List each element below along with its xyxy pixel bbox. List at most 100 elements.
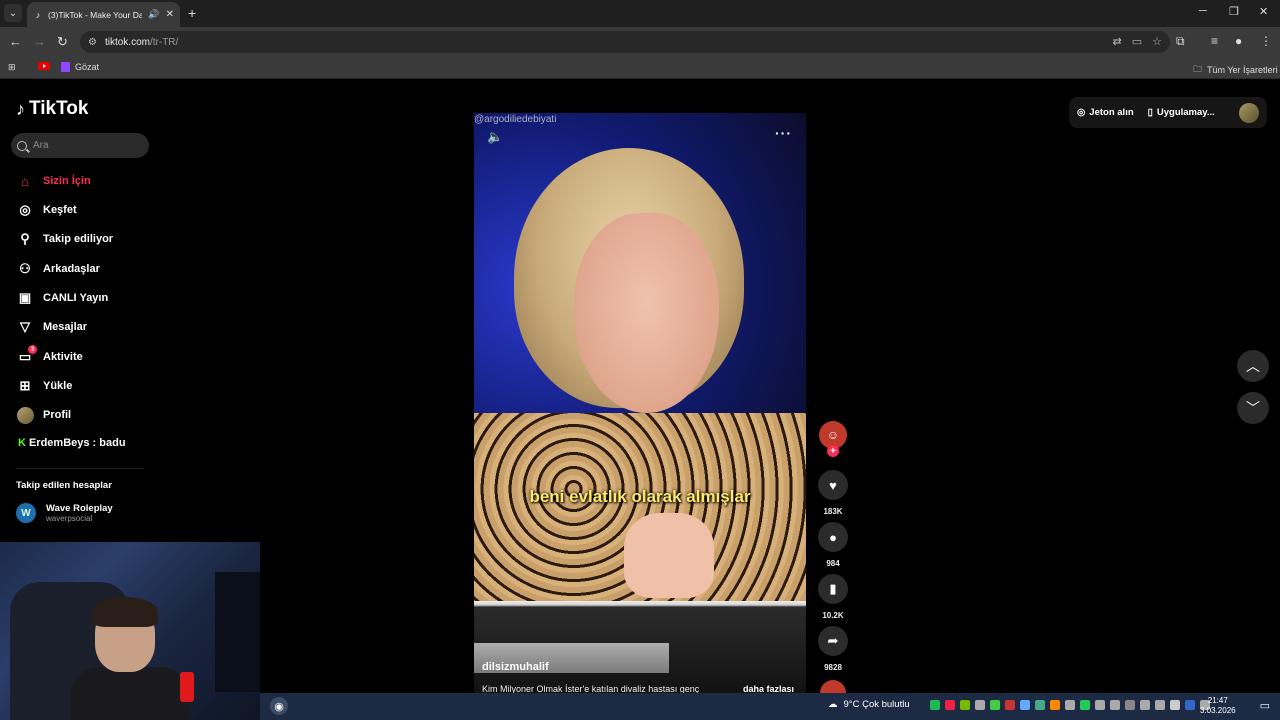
tab-list-button[interactable]: ⌄ bbox=[4, 4, 22, 22]
save-action[interactable]: ▮ 10.2K bbox=[818, 574, 848, 620]
extensions-icon[interactable]: ⧉ bbox=[1176, 34, 1185, 49]
tray-app-icon bbox=[1020, 700, 1030, 710]
bookmark-youtube[interactable] bbox=[38, 62, 50, 70]
followed-account[interactable]: W Wave Roleplay waverpsocial bbox=[16, 503, 113, 523]
tray-app-icon bbox=[1050, 700, 1060, 710]
share-icon[interactable]: ➦ bbox=[818, 626, 848, 656]
video-player[interactable]: @argodiliedebiyati 🔈 ··· beni evlatlık o… bbox=[474, 113, 806, 695]
heart-icon[interactable]: ♥ bbox=[818, 470, 848, 500]
upload-icon: ⊞ bbox=[19, 378, 31, 393]
sidebar-item-explore[interactable]: ◎ Keşfet bbox=[16, 201, 76, 219]
url-path: /tr-TR/ bbox=[149, 36, 179, 48]
site-info-icon[interactable]: ⚙ bbox=[88, 37, 97, 48]
sidebar-divider bbox=[16, 468, 144, 469]
like-action[interactable]: ♥ 183K bbox=[818, 470, 848, 516]
following-heading: Takip edilen hesaplar bbox=[16, 480, 112, 491]
sidebar-item-following[interactable]: ⚲ Takip ediliyor bbox=[16, 230, 113, 248]
minimize-icon[interactable]: ─ bbox=[1199, 5, 1207, 17]
bookmark-icon[interactable]: ▮ bbox=[818, 574, 848, 604]
profile-icon[interactable]: ● bbox=[1235, 34, 1242, 48]
forward-icon[interactable]: → bbox=[33, 34, 46, 49]
sidebar-item-label: Takip ediliyor bbox=[43, 233, 114, 245]
chevron-down-icon: ﹀ bbox=[1246, 400, 1260, 416]
mic-tray-icon bbox=[1005, 700, 1015, 710]
next-video-button[interactable]: ﹀ bbox=[1237, 392, 1269, 424]
more-options-icon[interactable]: ··· bbox=[775, 125, 792, 141]
live-chat-overlay: K ErdemBeys : badu bbox=[18, 437, 126, 449]
friends-icon: ⚇ bbox=[19, 261, 31, 276]
translate-icon[interactable]: ⇄ bbox=[1113, 35, 1122, 48]
browser-tab[interactable]: ♪ (3)TikTok - Make Your Day 🔊 ✕ bbox=[27, 2, 180, 27]
twitch-icon bbox=[61, 62, 70, 72]
reload-icon[interactable]: ↻ bbox=[57, 34, 68, 50]
tray-app-icon bbox=[1065, 700, 1075, 710]
back-icon[interactable]: ← bbox=[9, 34, 22, 49]
sidebar-item-live[interactable]: ▣ CANLI Yayın bbox=[16, 289, 108, 307]
tray-app-icon bbox=[1140, 700, 1150, 710]
tab-audio-icon[interactable]: 🔊 bbox=[148, 9, 159, 20]
like-count: 183K bbox=[823, 507, 843, 516]
account-name: Wave Roleplay bbox=[46, 503, 113, 514]
sidebar-item-upload[interactable]: ⊞ Yükle bbox=[16, 377, 73, 395]
url-host: tiktok.com bbox=[104, 36, 150, 48]
restore-icon[interactable]: ❐ bbox=[1229, 5, 1239, 18]
install-app-icon[interactable]: ▭ bbox=[1132, 35, 1142, 48]
comment-action[interactable]: ● 984 bbox=[818, 522, 848, 568]
new-tab-button[interactable]: + bbox=[188, 5, 196, 21]
previous-video-button[interactable]: ︿ bbox=[1237, 350, 1269, 382]
sidebar-item-messages[interactable]: ▽ Mesajlar bbox=[16, 318, 87, 336]
tray-app-icon bbox=[1095, 700, 1105, 710]
profile-avatar bbox=[16, 406, 34, 424]
live-icon: ▣ bbox=[18, 290, 32, 305]
video-subtitle: beni evlatlık olarak almışlar bbox=[529, 487, 751, 506]
volume-icon[interactable]: 🔈 bbox=[487, 129, 503, 145]
get-coins-button[interactable]: Jeton alın bbox=[1089, 107, 1133, 118]
bookmark-label: Gözat bbox=[75, 62, 100, 72]
search-box[interactable] bbox=[11, 133, 149, 158]
sidebar-item-for-you[interactable]: ⌂ Sizin İçin bbox=[16, 172, 91, 190]
user-avatar[interactable] bbox=[1239, 102, 1259, 123]
tray-app-icon bbox=[1155, 700, 1165, 710]
tray-app-icon bbox=[1035, 700, 1045, 710]
cloud-icon: ☁ bbox=[828, 699, 838, 710]
apps-grid-icon[interactable]: ⊞ bbox=[8, 62, 16, 73]
obs-icon[interactable]: ◉ bbox=[270, 697, 288, 715]
close-window-icon[interactable]: ✕ bbox=[1259, 5, 1268, 18]
search-input[interactable] bbox=[33, 140, 143, 151]
clock[interactable]: 21:47 3.03.2026 bbox=[1200, 696, 1236, 716]
video-author[interactable]: dilsizmuhalif bbox=[482, 661, 549, 673]
microphone-light bbox=[180, 672, 194, 702]
comment-icon[interactable]: ● bbox=[818, 522, 848, 552]
compass-icon: ◎ bbox=[19, 202, 31, 217]
notification-icon[interactable]: ▭ bbox=[1260, 699, 1270, 712]
bookmark-twitch[interactable]: Gözat bbox=[61, 62, 99, 72]
get-app-button[interactable]: Uygulamay... bbox=[1157, 107, 1215, 118]
tray-app-icon bbox=[1110, 700, 1120, 710]
all-bookmarks[interactable]: 🗀 Tüm Yer İşaretleri bbox=[1193, 62, 1278, 78]
next-creator-avatar[interactable] bbox=[820, 680, 846, 694]
phone-icon: ▯ bbox=[1147, 107, 1153, 118]
weather-widget[interactable]: ☁ 9°C Çok bulutlu bbox=[828, 699, 910, 710]
follow-plus-icon[interactable]: + bbox=[827, 445, 839, 457]
folder-icon: 🗀 bbox=[1193, 64, 1203, 74]
sidebar-item-label: Arkadaşlar bbox=[43, 263, 100, 275]
tray-app-icon bbox=[1080, 700, 1090, 710]
tiktok-logo[interactable]: ♪ TikTok bbox=[16, 98, 88, 120]
chevron-up-icon: ︿ bbox=[1246, 358, 1260, 374]
sidebar-item-friends[interactable]: ⚇ Arkadaşlar bbox=[16, 260, 100, 278]
video-watermark: @argodiliedebiyati bbox=[474, 114, 557, 125]
tab-close-icon[interactable]: ✕ bbox=[166, 9, 174, 20]
media-control-icon[interactable]: ≡ bbox=[1211, 34, 1218, 48]
system-tray[interactable] bbox=[930, 700, 1210, 710]
tray-app-icon bbox=[1125, 700, 1135, 710]
messages-icon: ▽ bbox=[20, 319, 30, 334]
bookmark-star-icon[interactable]: ☆ bbox=[1152, 35, 1162, 48]
share-action[interactable]: ➦ 9828 bbox=[818, 626, 848, 672]
address-bar[interactable]: ⚙ tiktok.com/tr-TR/ ⇄ ▭ ☆ bbox=[80, 31, 1170, 53]
windows-taskbar: ◉ ☁ 9°C Çok bulutlu 21:47 3.03.2026 ▭ bbox=[260, 693, 1280, 720]
sidebar-item-activity[interactable]: ▭ 3 Aktivite bbox=[16, 345, 83, 366]
all-bookmarks-label: Tüm Yer İşaretleri bbox=[1207, 65, 1278, 75]
menu-icon[interactable]: ⋮ bbox=[1260, 34, 1272, 48]
search-icon bbox=[17, 140, 27, 151]
sidebar-item-profile[interactable]: Profil bbox=[16, 406, 71, 424]
